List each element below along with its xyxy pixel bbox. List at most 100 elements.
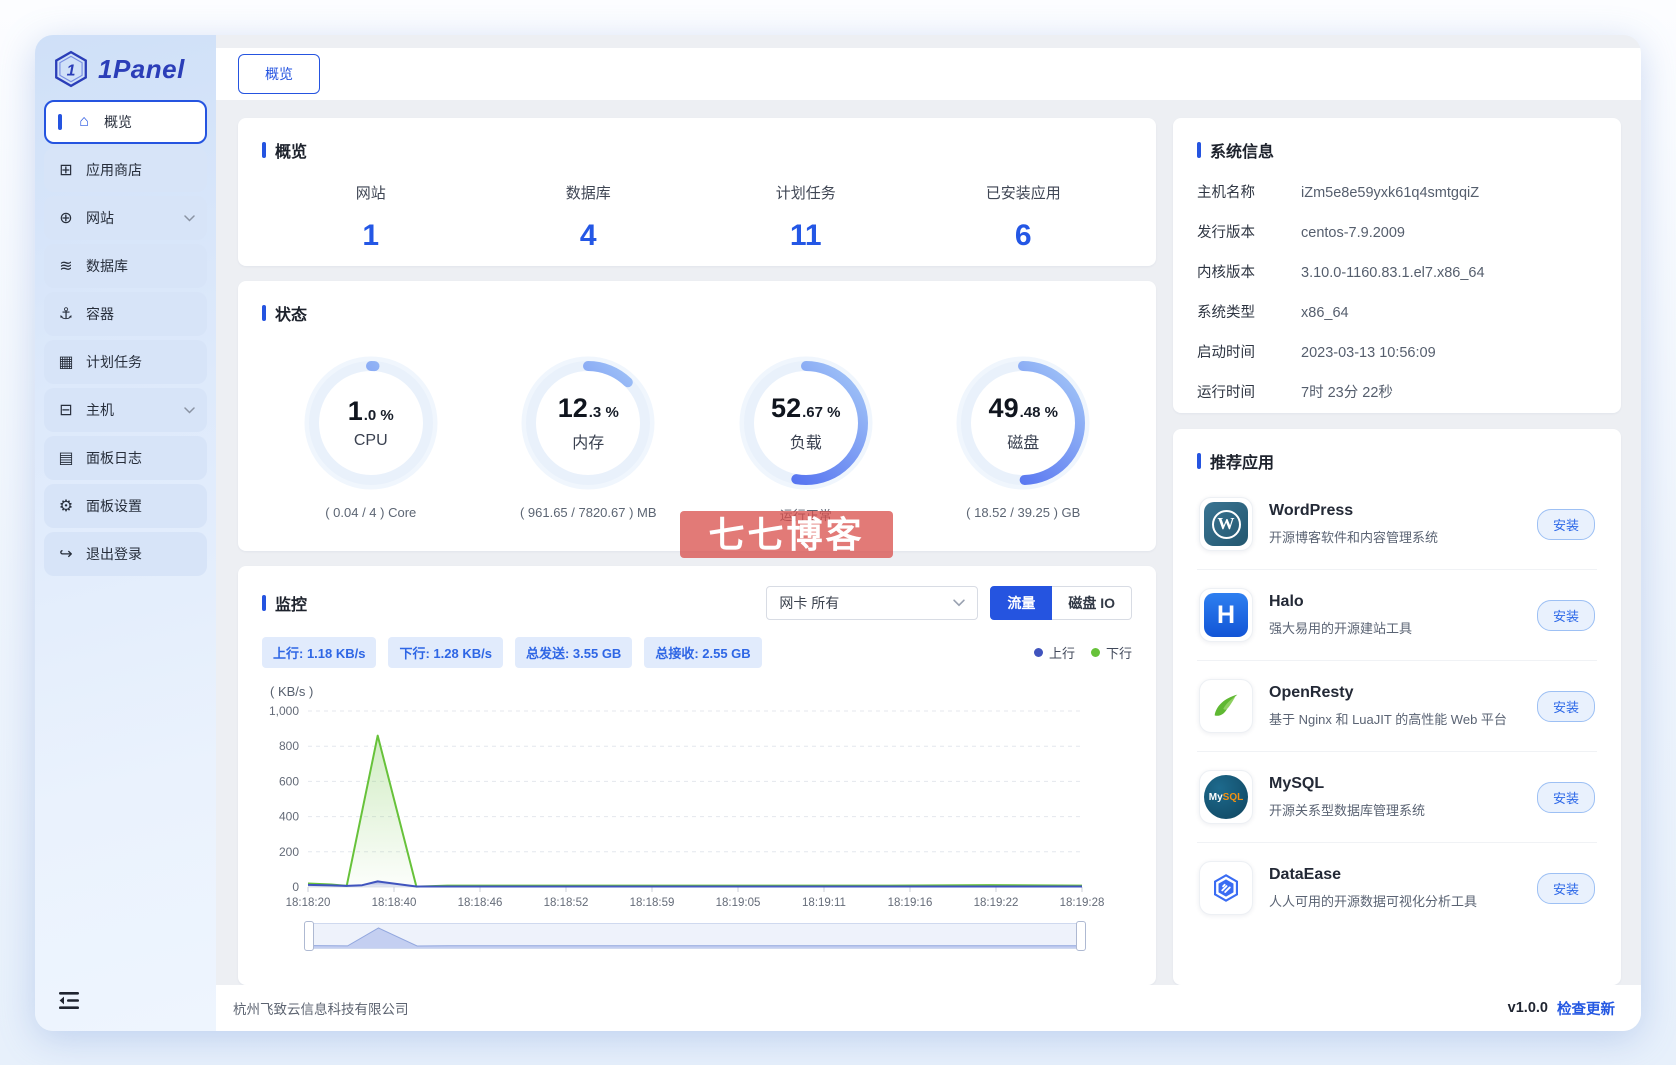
system-info-card: 系统信息 主机名称 iZm5e8e59yxk61q4smtgqiZ 发行版本 cent…: [1173, 118, 1621, 413]
install-button[interactable]: 安装: [1536, 872, 1595, 904]
sidebar-item-label: 计划任务: [86, 354, 142, 370]
gauge-ring: 12.3 % 内存: [518, 353, 658, 493]
app-icon-box: W: [1199, 497, 1253, 551]
overview-card: 概览 网站 1 数据库 4 计划任务 11 已安装应用 6: [238, 118, 1156, 266]
recommended-apps-list: W WordPress 开源博客软件和内容管理系统 安装 H Halo 强大易用的开源建站工…: [1197, 479, 1597, 933]
status-card-title: 状态: [262, 301, 1132, 325]
dataease-icon: [1204, 866, 1248, 910]
system-info-row: 发行版本 centos-7.9.2009: [1197, 224, 1597, 243]
section-marker: [262, 142, 266, 158]
sidebar-item-database[interactable]: ≋ 数据库: [44, 244, 207, 288]
chevron-down-icon: [184, 214, 195, 222]
sidebar-item-overview[interactable]: ⌂ 概览: [44, 100, 207, 144]
datazoom-handle-left[interactable]: [304, 921, 314, 951]
system-info-label: 发行版本: [1197, 225, 1255, 241]
gauge-caption: ( 0.04 / 4 ) Core: [325, 505, 417, 520]
status-gauge-mem: 12.3 % 内存 ( 961.65 / 7820.67 ) MB: [518, 353, 658, 524]
install-button[interactable]: 安装: [1536, 690, 1595, 722]
sidebar-menu: ⌂ 概览 ⊞ 应用商店 ⊕ 网站 ≋ 数据库 ⚓ 容器 ▦ 计划任务 ⊟ 主机 ▤ 面板日志 ⚙ 面板设置 ↪ 退出登…: [35, 100, 216, 576]
main-area: 概览 概览 网站 1 数据库 4 计划任务 11 已安装应用 6 状态 1.0 …: [216, 35, 1641, 1031]
tab-overview[interactable]: 概览: [238, 54, 320, 94]
check-update-link[interactable]: 检查更新: [1557, 998, 1615, 1019]
system-info-row: 启动时间 2023-03-13 10:56:09: [1197, 344, 1597, 363]
sidebar-item-panel-settings[interactable]: ⚙ 面板设置: [44, 484, 207, 528]
sidebar-item-logout[interactable]: ↪ 退出登录: [44, 532, 207, 576]
install-button[interactable]: 安装: [1536, 781, 1595, 813]
app-name: DataEase: [1269, 866, 1342, 883]
gauge-percent-rest: .3 %: [588, 404, 619, 421]
gauge-label: 磁盘: [1007, 435, 1040, 452]
sidebar-item-label: 面板设置: [86, 498, 142, 514]
sidebar-item-cronjob[interactable]: ▦ 计划任务: [44, 340, 207, 384]
status-gauge-cpu: 1.0 % CPU ( 0.04 / 4 ) Core: [301, 353, 441, 524]
app-row-dataease: DataEase 人人可用的开源数据可视化分析工具 安装: [1197, 843, 1597, 933]
sidebar-item-website[interactable]: ⊕ 网站: [44, 196, 207, 240]
monitor-title-text: 监控: [275, 597, 308, 614]
logo-hexagon-icon: 1: [55, 50, 87, 88]
system-info-value: 7时 23分 22秒: [1301, 385, 1393, 401]
datazoom-handle-right[interactable]: [1076, 921, 1086, 951]
gauge-ring: 52.67 % 负载: [736, 353, 876, 493]
system-info-value: x86_64: [1301, 305, 1349, 321]
gauge-value: 12.3 % 内存: [518, 353, 658, 493]
stat-value[interactable]: 11: [697, 219, 915, 253]
overview-stat: 已安装应用 6: [915, 182, 1133, 253]
gauge-label: 内存: [572, 435, 605, 452]
legend-item-下行[interactable]: 下行: [1090, 643, 1132, 662]
svg-text:18:19:16: 18:19:16: [888, 897, 933, 909]
sidebar-item-app-store[interactable]: ⊞ 应用商店: [44, 148, 207, 192]
version-label: v1.0.0: [1507, 1000, 1548, 1016]
svg-text:400: 400: [279, 810, 299, 824]
install-button[interactable]: 安装: [1536, 508, 1595, 540]
sidebar-item-host[interactable]: ⊟ 主机: [44, 388, 207, 432]
app-icon-box: [1199, 679, 1253, 733]
recommended-apps-card: 推荐应用 W WordPress 开源博客软件和内容管理系统 安装 H Halo 强大易用的…: [1173, 429, 1621, 985]
app-info: OpenResty 基于 Nginx 和 LuaJIT 的高性能 Web 平台: [1269, 684, 1527, 728]
halo-icon: H: [1204, 593, 1248, 637]
stat-label: 网站: [355, 185, 386, 202]
sidebar-item-label: 面板日志: [86, 450, 142, 466]
datazoom-mini-chart: [308, 927, 1081, 948]
logs-icon: ▤: [58, 450, 74, 467]
system-info-value: iZm5e8e59yxk61q4smtgqiZ: [1301, 185, 1480, 201]
schedule-icon: ▦: [58, 354, 74, 371]
overview-stat: 网站 1: [262, 182, 480, 253]
gauge-percent: 49.48 %: [989, 393, 1058, 424]
sidebar-item-panel-logs[interactable]: ▤ 面板日志: [44, 436, 207, 480]
mode-button-traffic[interactable]: 流量: [990, 586, 1053, 620]
stat-value[interactable]: 4: [480, 219, 698, 253]
gauge-ring: 1.0 % CPU: [301, 353, 441, 493]
gauge-ring: 49.48 % 磁盘: [953, 353, 1093, 493]
mysql-icon: My SQL: [1204, 775, 1248, 819]
stat-label: 数据库: [565, 185, 611, 202]
right-column: 系统信息 主机名称 iZm5e8e59yxk61q4smtgqiZ 发行版本 cent…: [1173, 118, 1621, 985]
network-card-select[interactable]: 网卡 所有: [766, 586, 979, 620]
y-axis-unit-label: ( KB/s ): [270, 684, 314, 699]
collapse-sidebar-icon[interactable]: [59, 992, 80, 1010]
sidebar-item-container[interactable]: ⚓ 容器: [44, 292, 207, 336]
logout-icon: ↪: [59, 546, 73, 563]
section-marker: [262, 305, 266, 321]
traffic-tag: 总接收: 2.55 GB: [644, 637, 762, 668]
gauge-percent-main: 12: [557, 393, 588, 423]
version-area: v1.0.0 检查更新: [1508, 998, 1615, 1019]
datazoom-slider[interactable]: [304, 921, 1086, 951]
svg-text:18:19:05: 18:19:05: [716, 897, 761, 909]
app-row-wordpress: W WordPress 开源博客软件和内容管理系统 安装: [1197, 479, 1597, 570]
system-info-value: 3.10.0-1160.83.1.el7.x86_64: [1301, 265, 1485, 281]
traffic-summary-row: 上行: 1.18 KB/s 下行: 1.28 KB/s 总发送: 3.55 GB 总接…: [262, 637, 1132, 668]
app-icon-box: [1199, 861, 1253, 915]
install-button[interactable]: 安装: [1536, 599, 1595, 631]
topbar: 概览: [216, 48, 1641, 100]
status-gauge-disk: 49.48 % 磁盘 ( 18.52 / 39.25 ) GB: [953, 353, 1093, 524]
app-logo: 1 1Panel: [35, 35, 216, 100]
content: 概览 网站 1 数据库 4 计划任务 11 已安装应用 6 状态 1.0 % CPU( 0.04…: [216, 100, 1641, 985]
mode-button-disk-io[interactable]: 磁盘 IO: [1052, 586, 1132, 620]
stat-label: 计划任务: [775, 185, 836, 202]
sidebar-item-label: 数据库: [86, 258, 128, 274]
chevron-down-icon: [953, 599, 966, 607]
legend-item-上行[interactable]: 上行: [1033, 643, 1075, 662]
stat-value[interactable]: 1: [262, 219, 480, 253]
stat-value[interactable]: 6: [915, 219, 1133, 253]
monitor-header: 监控 网卡 所有 流量 磁盘 IO: [262, 586, 1132, 620]
